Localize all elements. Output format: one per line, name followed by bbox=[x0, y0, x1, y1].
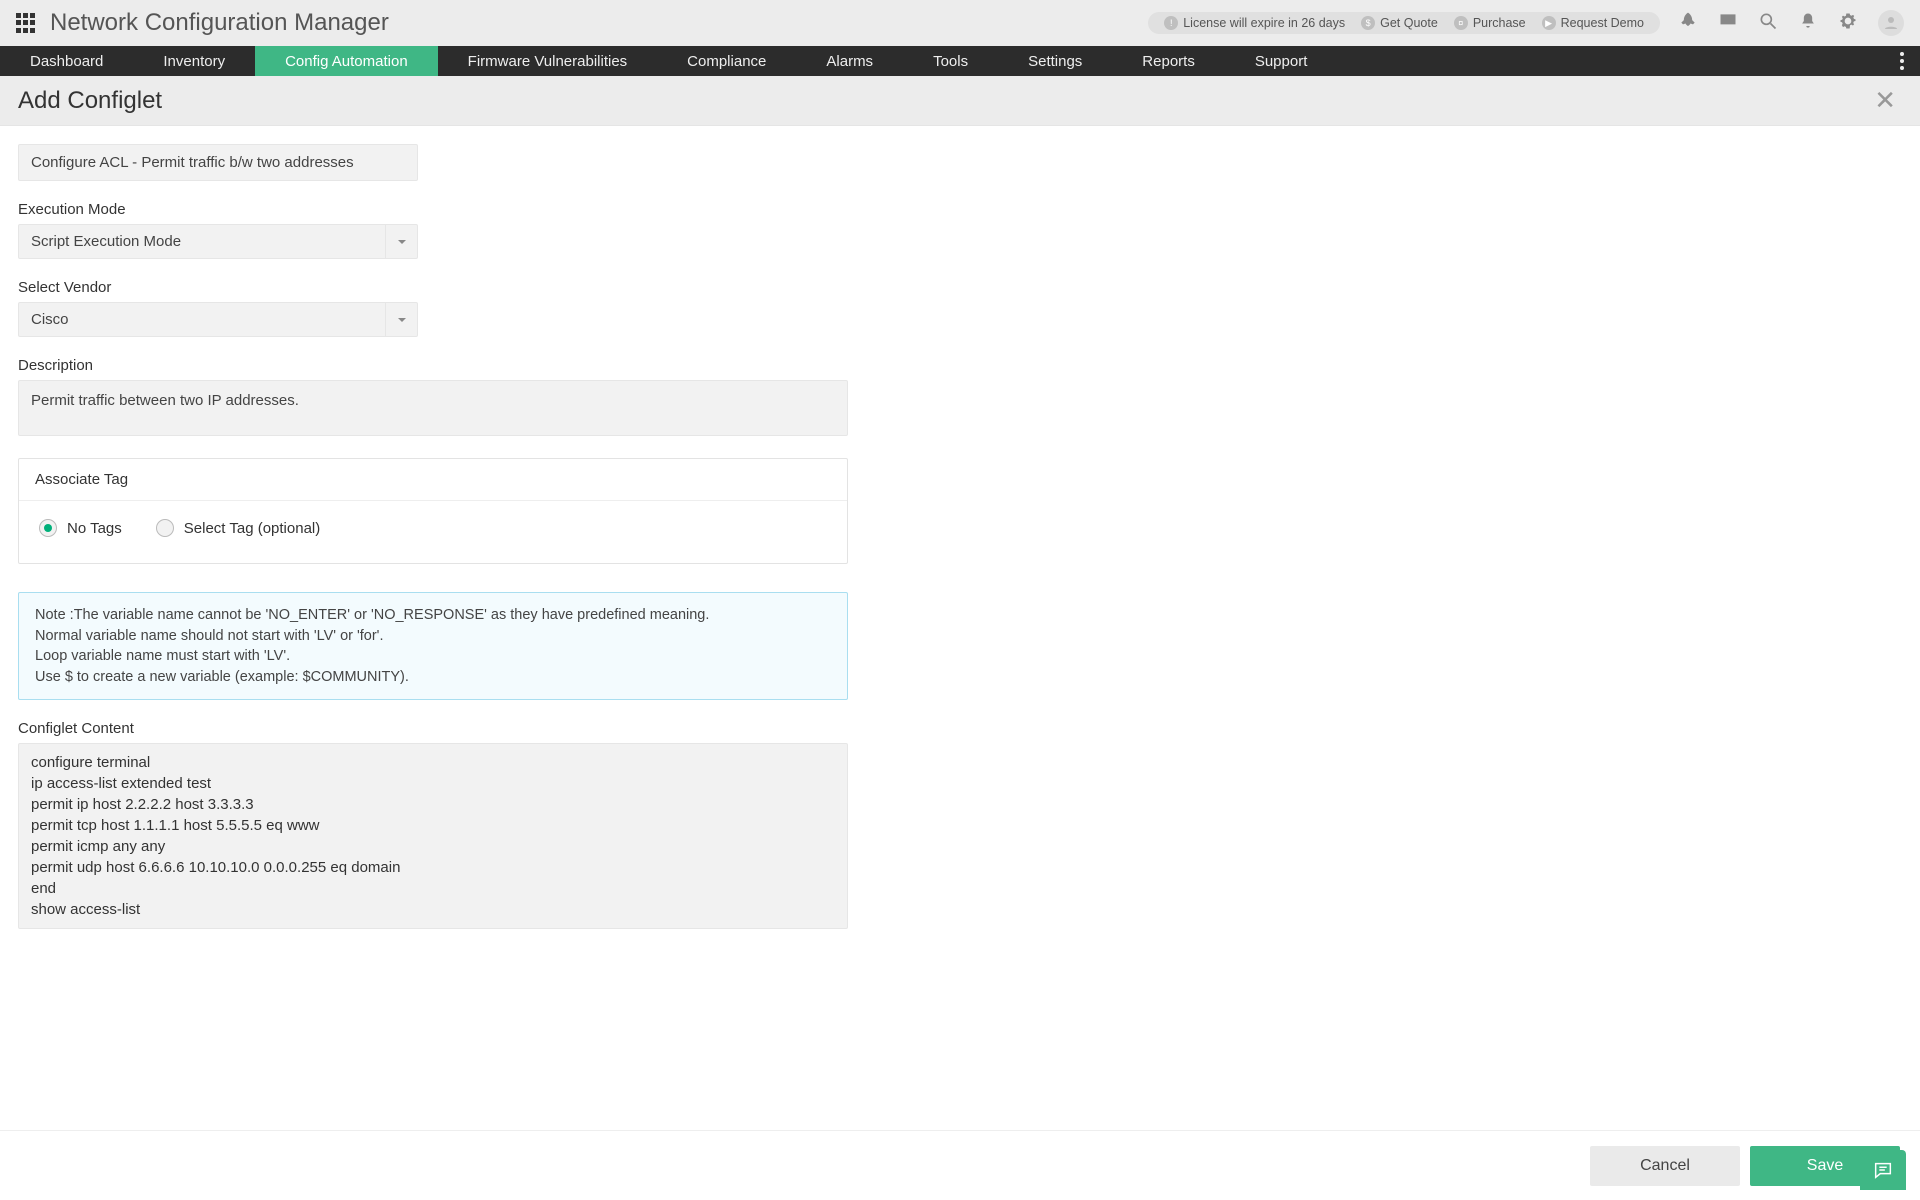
presentation-icon[interactable] bbox=[1718, 11, 1738, 36]
nav-item-reports[interactable]: Reports bbox=[1112, 46, 1225, 76]
note-prefix: Note : bbox=[35, 607, 74, 623]
select-vendor-select[interactable]: Cisco bbox=[18, 302, 418, 337]
user-avatar[interactable] bbox=[1878, 10, 1904, 36]
variable-note-box: Note :The variable name cannot be 'NO_EN… bbox=[18, 592, 848, 700]
description-label: Description bbox=[18, 357, 1902, 374]
chat-fab[interactable] bbox=[1860, 1150, 1906, 1190]
license-pill[interactable]: ! License will expire in 26 days bbox=[1156, 16, 1353, 30]
get-quote-text: Get Quote bbox=[1380, 16, 1438, 30]
page-title-bar: Add Configlet ✕ bbox=[0, 76, 1920, 126]
search-icon[interactable] bbox=[1758, 11, 1778, 36]
bell-icon[interactable] bbox=[1798, 11, 1818, 36]
header-pill-bar: ! License will expire in 26 days $ Get Q… bbox=[1148, 12, 1660, 34]
radio-checked-icon bbox=[39, 519, 57, 537]
no-tags-label: No Tags bbox=[67, 520, 122, 537]
rocket-icon[interactable] bbox=[1678, 11, 1698, 36]
nav-more-icon[interactable] bbox=[1884, 46, 1920, 76]
apps-grid-icon[interactable] bbox=[16, 13, 36, 33]
note-body: The variable name cannot be 'NO_ENTER' o… bbox=[35, 607, 709, 685]
configlet-name-input[interactable]: Configure ACL - Permit traffic b/w two a… bbox=[18, 144, 418, 181]
execution-mode-value: Script Execution Mode bbox=[19, 225, 385, 258]
select-tag-radio[interactable]: Select Tag (optional) bbox=[156, 519, 320, 537]
top-header: Network Configuration Manager ! License … bbox=[0, 0, 1920, 46]
purchase-pill[interactable]: ¤ Purchase bbox=[1446, 16, 1534, 30]
get-quote-pill[interactable]: $ Get Quote bbox=[1353, 16, 1446, 30]
execution-mode-label: Execution Mode bbox=[18, 201, 1902, 218]
gear-icon[interactable] bbox=[1838, 11, 1858, 36]
nav-item-alarms[interactable]: Alarms bbox=[796, 46, 903, 76]
nav-item-dashboard[interactable]: Dashboard bbox=[0, 46, 133, 76]
cart-icon: ¤ bbox=[1454, 16, 1468, 30]
nav-item-settings[interactable]: Settings bbox=[998, 46, 1112, 76]
form-scroll-area[interactable]: Configure ACL - Permit traffic b/w two a… bbox=[0, 126, 1920, 1130]
dollar-icon: $ bbox=[1361, 16, 1375, 30]
execution-mode-select[interactable]: Script Execution Mode bbox=[18, 224, 418, 259]
description-input[interactable]: Permit traffic between two IP addresses. bbox=[18, 380, 848, 436]
associate-tag-header: Associate Tag bbox=[19, 459, 847, 501]
demo-icon: ▶ bbox=[1542, 16, 1556, 30]
configlet-content-label: Configlet Content bbox=[18, 720, 1902, 737]
select-tag-label: Select Tag (optional) bbox=[184, 520, 320, 537]
nav-item-config-automation[interactable]: Config Automation bbox=[255, 46, 438, 76]
page-title: Add Configlet bbox=[18, 87, 1868, 115]
license-text: License will expire in 26 days bbox=[1183, 16, 1345, 30]
radio-unchecked-icon bbox=[156, 519, 174, 537]
nav-item-inventory[interactable]: Inventory bbox=[133, 46, 255, 76]
purchase-text: Purchase bbox=[1473, 16, 1526, 30]
main-nav: DashboardInventoryConfig AutomationFirmw… bbox=[0, 46, 1920, 76]
license-icon: ! bbox=[1164, 16, 1178, 30]
no-tags-radio[interactable]: No Tags bbox=[39, 519, 122, 537]
request-demo-text: Request Demo bbox=[1561, 16, 1644, 30]
nav-item-tools[interactable]: Tools bbox=[903, 46, 998, 76]
nav-item-compliance[interactable]: Compliance bbox=[657, 46, 796, 76]
close-icon[interactable]: ✕ bbox=[1868, 85, 1902, 116]
nav-item-support[interactable]: Support bbox=[1225, 46, 1338, 76]
request-demo-pill[interactable]: ▶ Request Demo bbox=[1534, 16, 1652, 30]
select-vendor-label: Select Vendor bbox=[18, 279, 1902, 296]
select-vendor-value: Cisco bbox=[19, 303, 385, 336]
footer-bar: Cancel Save bbox=[0, 1130, 1920, 1200]
cancel-button[interactable]: Cancel bbox=[1590, 1146, 1740, 1186]
chevron-down-icon bbox=[385, 303, 417, 336]
app-title: Network Configuration Manager bbox=[50, 9, 389, 37]
associate-tag-panel: Associate Tag No Tags Select Tag (option… bbox=[18, 458, 848, 564]
chevron-down-icon bbox=[385, 225, 417, 258]
configlet-content-input[interactable]: configure terminal ip access-list extend… bbox=[18, 743, 848, 929]
nav-item-firmware-vulnerabilities[interactable]: Firmware Vulnerabilities bbox=[438, 46, 658, 76]
